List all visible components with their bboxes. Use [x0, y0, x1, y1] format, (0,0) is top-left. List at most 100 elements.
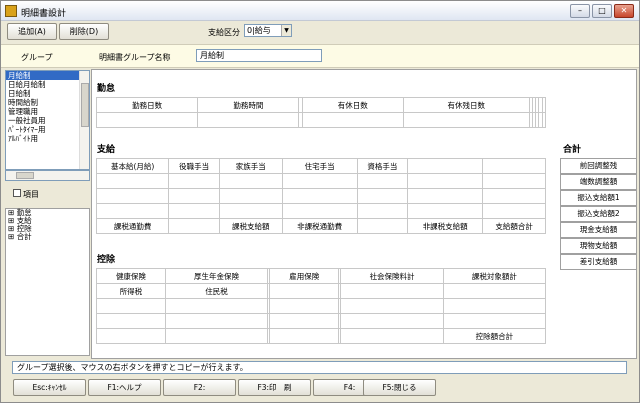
grid-cell[interactable] [168, 218, 220, 234]
grid-cell[interactable]: 健康保険 [96, 268, 166, 284]
grid-cell[interactable] [281, 173, 358, 189]
grid-cell[interactable] [168, 203, 220, 219]
grid-cell[interactable] [340, 283, 444, 299]
add-button[interactable]: 追加(A) [7, 23, 57, 40]
grid-cell[interactable]: 勤務時間 [197, 97, 300, 113]
grid-cell[interactable] [407, 203, 484, 219]
f5-close-button[interactable]: F5:閉じる [363, 379, 436, 396]
grid-cell[interactable] [482, 158, 546, 174]
grid-cell[interactable]: 課税通勤費 [95, 218, 170, 234]
grid-cell[interactable] [482, 188, 546, 204]
grid-cell[interactable] [164, 313, 269, 329]
expand-icon[interactable]: ⊞ [8, 232, 14, 241]
pay-type-select[interactable]: 0|給与 ▼ [244, 24, 292, 37]
grid-cell[interactable]: 課税支給額 [218, 218, 283, 234]
list-item[interactable]: 一般社員用 [6, 116, 79, 125]
scroll-thumb[interactable] [16, 172, 34, 179]
grid-cell[interactable] [218, 188, 283, 204]
grid-cell[interactable] [482, 173, 546, 189]
grid-cell[interactable] [164, 328, 269, 344]
grid-cell[interactable] [168, 188, 220, 204]
totals-item[interactable]: 現金支給額 [560, 222, 637, 238]
grid-cell[interactable] [541, 97, 547, 113]
f2-button[interactable]: F2: [163, 379, 236, 396]
list-item[interactable]: 月給制 [6, 71, 79, 80]
grid-cell[interactable] [197, 112, 300, 128]
grid-cell[interactable] [269, 283, 340, 299]
tree-node-total[interactable]: ⊞ 合計 [6, 233, 89, 241]
grid-cell[interactable] [340, 313, 444, 329]
chevron-down-icon[interactable]: ▼ [281, 25, 291, 36]
grid-cell[interactable]: 社会保険料計 [340, 268, 444, 284]
grid-cell[interactable] [356, 188, 409, 204]
grid-cell[interactable]: 役職手当 [168, 158, 220, 174]
grid-cell[interactable]: 非課税支給額 [407, 218, 484, 234]
grid-cell[interactable]: 雇用保険 [269, 268, 340, 284]
delete-button[interactable]: 削除(D) [59, 23, 109, 40]
list-item[interactable]: 管理職用 [6, 107, 79, 116]
grid-cell[interactable] [95, 188, 170, 204]
grid-cell[interactable]: 住宅手当 [281, 158, 358, 174]
close-button[interactable]: ✕ [614, 4, 634, 18]
grid-cell[interactable] [281, 188, 358, 204]
totals-item[interactable]: 前回調整残 [560, 158, 637, 174]
totals-item[interactable]: 振込支給額2 [560, 206, 637, 222]
grid-cell[interactable] [407, 158, 484, 174]
grid-cell[interactable]: 有休残日数 [402, 97, 530, 113]
grid-cell[interactable] [442, 313, 547, 329]
grid-cell[interactable]: 住民税 [164, 283, 269, 299]
grid-cell[interactable] [356, 173, 409, 189]
grid-cell[interactable] [269, 298, 340, 314]
grid-cell[interactable] [218, 173, 283, 189]
grid-cell[interactable]: 家族手当 [218, 158, 283, 174]
grid-cell[interactable] [96, 328, 166, 344]
grid-cell[interactable]: 非課税通勤費 [281, 218, 358, 234]
minimize-button[interactable]: – [570, 4, 590, 18]
grid-cell[interactable]: 資格手当 [356, 158, 409, 174]
grid-cell[interactable] [442, 283, 547, 299]
esc-cancel-button[interactable]: Esc:ｷｬﾝｾﾙ [13, 379, 86, 396]
list-item[interactable]: ｱﾙﾊﾞｲﾄ用 [6, 134, 79, 143]
totals-item[interactable]: 現物支給額 [560, 238, 637, 254]
totals-item[interactable]: 端数調整額 [560, 174, 637, 190]
scroll-thumb[interactable] [81, 83, 89, 127]
f1-help-button[interactable]: F1:ヘルプ [88, 379, 161, 396]
maximize-button[interactable]: □ [592, 4, 612, 18]
list-item[interactable]: 日給月給制 [6, 80, 79, 89]
grid-cell[interactable] [95, 173, 170, 189]
grid-cell[interactable] [96, 298, 166, 314]
grid-cell[interactable] [407, 188, 484, 204]
grid-cell[interactable] [340, 298, 444, 314]
grid-cell[interactable]: 基本給(月給) [95, 158, 170, 174]
list-item[interactable]: ﾊﾟｰﾄﾀｲﾏｰ用 [6, 125, 79, 134]
group-name-input[interactable]: 月給制 [196, 49, 322, 62]
grid-cell[interactable]: 控除額合計 [442, 328, 547, 344]
item-tree[interactable]: ⊞ 勤怠 ⊞ 支給 ⊞ 控除 ⊞ 合計 [5, 208, 90, 356]
grid-cell[interactable] [164, 298, 269, 314]
grid-cell[interactable]: 勤務日数 [95, 97, 199, 113]
grid-cell[interactable] [356, 203, 409, 219]
grid-cell[interactable]: 有休日数 [301, 97, 404, 113]
grid-cell[interactable] [402, 112, 530, 128]
group-list[interactable]: 月給制 日給月給制 日給制 時間給制 管理職用 一般社員用 ﾊﾟｰﾄﾀｲﾏｰ用 … [5, 70, 90, 170]
totals-item[interactable]: 振込支給額1 [560, 190, 637, 206]
grid-cell[interactable] [482, 203, 546, 219]
grid-cell[interactable] [218, 203, 283, 219]
grid-cell[interactable]: 支給額合計 [482, 218, 546, 234]
grid-cell[interactable] [168, 173, 220, 189]
grid-cell[interactable] [95, 203, 170, 219]
grid-cell[interactable] [541, 112, 547, 128]
grid-cell[interactable]: 課税対象額計 [442, 268, 547, 284]
grid-cell[interactable] [340, 328, 444, 344]
grid-cell[interactable] [356, 218, 409, 234]
item-checkbox[interactable] [13, 189, 21, 197]
grid-cell[interactable] [442, 298, 547, 314]
grid-cell[interactable] [281, 203, 358, 219]
grid-cell[interactable] [301, 112, 404, 128]
list-item[interactable]: 日給制 [6, 89, 79, 98]
grid-cell[interactable] [95, 112, 199, 128]
list-item[interactable]: 時間給制 [6, 98, 79, 107]
grid-cell[interactable]: 厚生年金保険 [164, 268, 269, 284]
f3-print-button[interactable]: F3:印 刷 [238, 379, 311, 396]
grid-cell[interactable] [96, 313, 166, 329]
